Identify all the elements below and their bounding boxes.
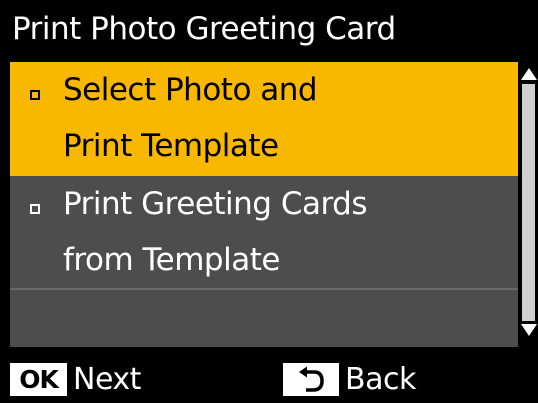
screen-title: Print Photo Greeting Card: [0, 0, 538, 58]
menu-item-print-greeting-cards-from-template[interactable]: Print Greeting Cards from Template: [10, 176, 518, 290]
next-button[interactable]: OK Next: [10, 361, 141, 397]
triangle-down-icon[interactable]: [521, 324, 537, 336]
menu-item-label-line1: Print Greeting Cards: [63, 186, 368, 222]
lcd-screen: Print Photo Greeting Card Select Photo a…: [0, 0, 538, 403]
scroll-track[interactable]: [522, 84, 535, 321]
square-bullet-icon: [30, 204, 40, 214]
ok-badge: OK: [10, 362, 67, 396]
menu-item-label-line2: Print Template: [63, 128, 279, 164]
back-label: Back: [345, 361, 416, 397]
triangle-up-icon[interactable]: [521, 68, 537, 80]
back-arrow-icon: [283, 362, 339, 396]
scrollbar[interactable]: [520, 62, 538, 347]
menu-item-select-photo-print-template[interactable]: Select Photo and Print Template: [10, 62, 518, 176]
next-label: Next: [73, 361, 141, 397]
back-button[interactable]: Back: [283, 361, 416, 397]
menu-item-label-line2: from Template: [63, 242, 280, 278]
menu-item-label-line1: Select Photo and: [63, 72, 318, 108]
square-bullet-icon: [30, 90, 40, 100]
menu-list: Select Photo and Print Template Print Gr…: [10, 62, 518, 347]
footer-bar: OK Next Back: [0, 353, 538, 403]
